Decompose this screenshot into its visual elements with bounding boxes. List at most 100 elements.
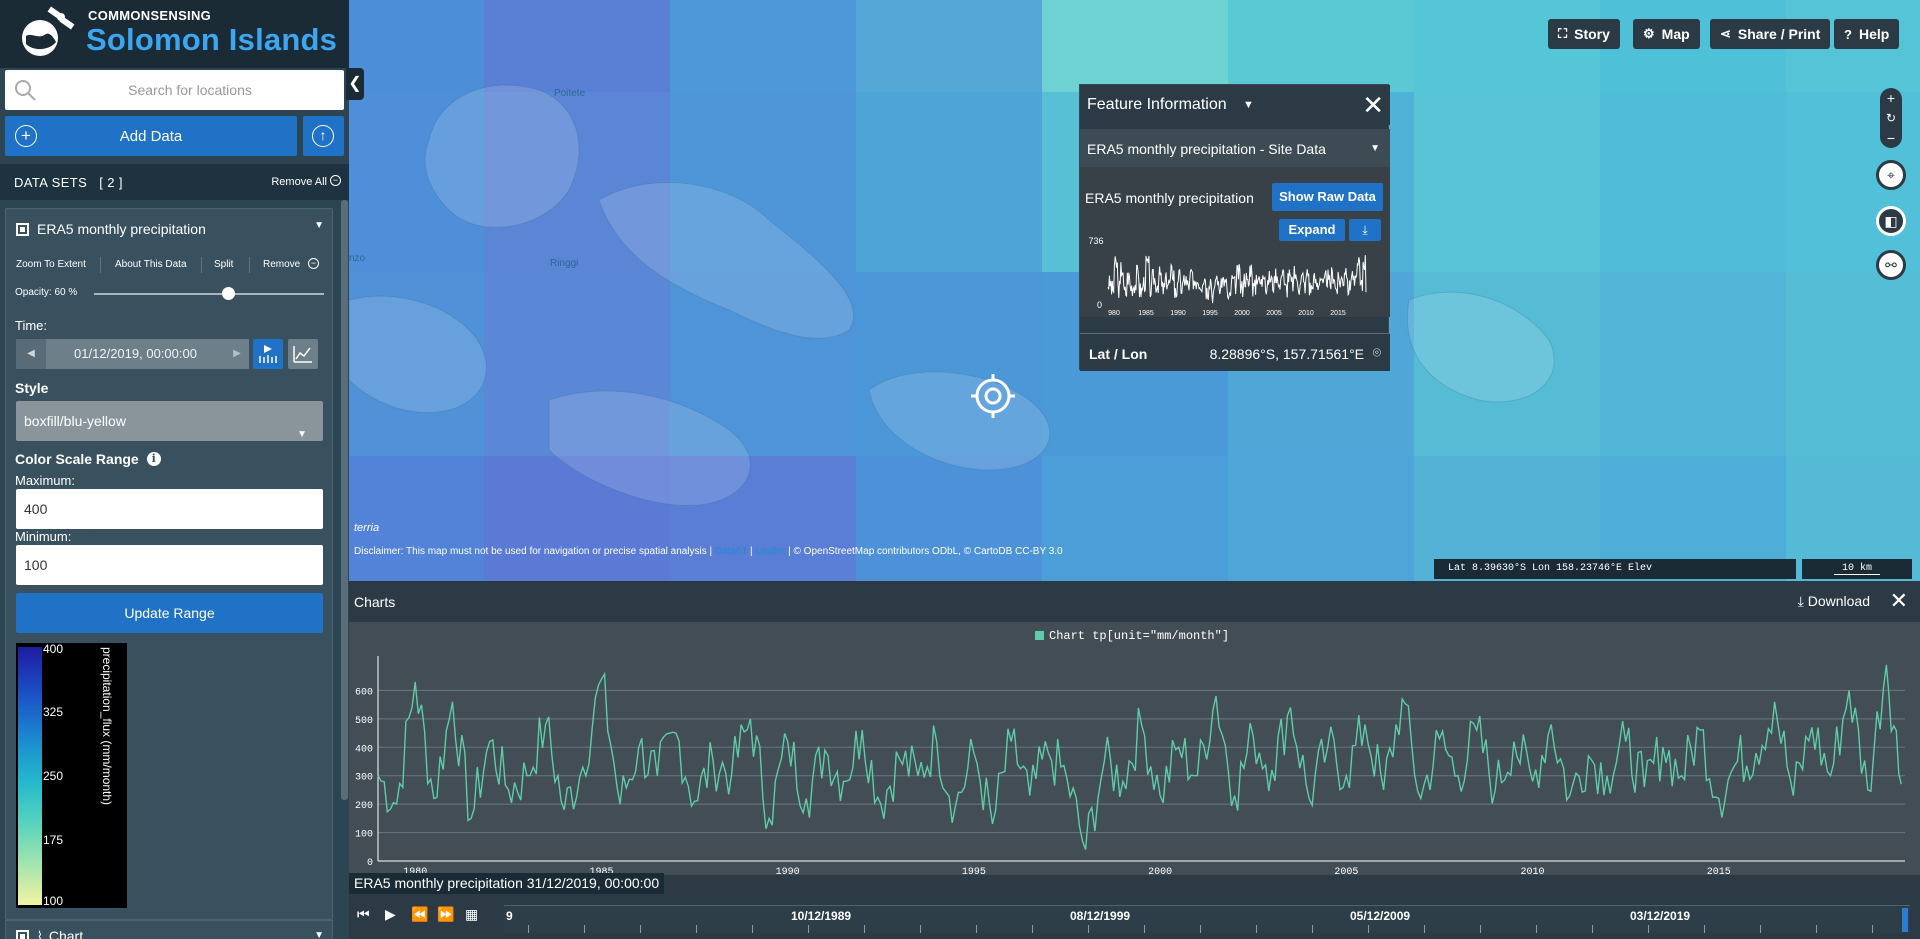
timeline-track[interactable]: 9 10/12/1989 08/12/1999 05/12/2009 03/12… — [504, 905, 1910, 933]
zoom-control[interactable]: + ↻ − — [1880, 88, 1902, 148]
share-print-button[interactable]: ⋖ Share / Print — [1710, 19, 1831, 49]
timeline-caption: ERA5 monthly precipitation 31/12/2019, 0… — [349, 873, 665, 894]
x-tick-label: 2010 — [1521, 867, 1545, 875]
style-select[interactable]: boxfill/blu-yellow ▼ — [16, 401, 323, 441]
maximum-field[interactable]: 400 — [16, 489, 323, 529]
timeline-tick — [1256, 925, 1257, 933]
split-button[interactable]: Split — [214, 259, 233, 270]
step-back-icon[interactable]: ⏪ — [411, 906, 428, 923]
zoom-out-icon[interactable]: − — [1880, 128, 1902, 148]
chart-icon: ⌇ — [37, 929, 43, 939]
timeline-tick — [1592, 925, 1593, 933]
help-button[interactable]: ? Help — [1834, 19, 1900, 49]
minus-circle-icon[interactable]: − — [330, 175, 341, 186]
timeline-tick — [1760, 925, 1761, 933]
time-chart-button[interactable] — [288, 339, 318, 369]
feature-info-panel: Feature Information ▼ ✕ ERA5 monthly pre… — [1079, 84, 1390, 371]
item-title-row[interactable]: ERA5 monthly precipitation — [16, 221, 206, 237]
legend-tick: 250 — [43, 769, 64, 783]
remove-button[interactable]: Remove — [263, 259, 300, 270]
legend-tick: 400 — [43, 642, 64, 656]
spark-x-label: 2005 — [1266, 310, 1282, 315]
visibility-checkbox[interactable] — [16, 929, 29, 939]
time-animation-button[interactable] — [253, 339, 283, 369]
visibility-checkbox[interactable] — [16, 222, 29, 236]
leaflet-link[interactable]: Leaflet — [755, 546, 785, 557]
x-tick-label: 1990 — [776, 867, 800, 875]
timeline-tick — [1648, 925, 1649, 933]
time-selector[interactable]: ◀ 01/12/2019, 00:00:00 ▶ — [16, 339, 249, 369]
next-time-icon[interactable]: ▶ — [225, 339, 249, 369]
my-location-icon[interactable]: ⌖ — [1876, 160, 1906, 190]
skip-back-icon[interactable]: ⏮ — [357, 906, 370, 923]
location-search — [5, 70, 344, 110]
opacity-slider-handle[interactable] — [222, 287, 235, 300]
series-line — [377, 664, 1902, 850]
workbench-scrollbar[interactable] — [339, 200, 349, 939]
chart-download-button[interactable]: ⤓ Download — [1798, 593, 1870, 610]
measure-tool-icon[interactable]: ⚯ — [1876, 250, 1906, 280]
legend-tick: 100 — [43, 894, 64, 908]
upload-button[interactable]: ↑ — [303, 116, 344, 156]
step-forward-icon[interactable]: ⏩ — [437, 906, 454, 923]
reset-view-icon[interactable]: ↻ — [1880, 108, 1902, 128]
precipitation-chart[interactable]: Chart tp[unit="mm/month"] 0 100 200 300 400 50… — [349, 622, 1920, 875]
remove-all-button[interactable]: Remove All — [271, 176, 327, 188]
split-compare-icon[interactable]: ◧ — [1876, 206, 1906, 236]
add-data-button[interactable]: + Add Data — [5, 116, 297, 156]
about-data-button[interactable]: About This Data — [115, 259, 187, 270]
chart-legend[interactable]: Chart tp[unit="mm/month"] — [1035, 629, 1229, 643]
legend-label: Chart tp[unit="mm/month"] — [1049, 629, 1229, 643]
minus-circle-icon[interactable]: − — [308, 258, 319, 269]
timeline-tick — [640, 925, 641, 933]
divider — [201, 257, 202, 273]
brand-top-text: COMMONSENSING — [88, 8, 212, 23]
chevron-down-icon[interactable]: ▼ — [314, 220, 324, 231]
zoom-to-extent-button[interactable]: Zoom To Extent — [16, 259, 86, 270]
scrollbar-thumb[interactable] — [341, 200, 348, 800]
calendar-icon[interactable]: ▦ — [465, 906, 478, 923]
item-actions: Zoom To Extent About This Data Split Rem… — [6, 253, 334, 275]
y-tick-label: 600 — [355, 687, 373, 698]
chevron-down-icon[interactable]: ▼ — [314, 930, 324, 939]
close-icon[interactable]: ✕ — [1362, 90, 1384, 120]
data61-link[interactable]: Data61 — [715, 546, 747, 557]
timeline-cursor[interactable] — [1902, 908, 1908, 932]
divider — [249, 257, 250, 273]
map-settings-button[interactable]: ⚙ Map — [1633, 19, 1700, 49]
feature-info-section[interactable]: ERA5 monthly precipitation - Site Data ▼ — [1080, 129, 1390, 167]
story-icon: ⛶ — [1558, 26, 1568, 41]
terria-logo: terria — [354, 522, 380, 534]
map-pin-icon[interactable]: ⌾ — [1373, 344, 1381, 361]
timeline-tick — [920, 925, 921, 933]
timeline-tick — [864, 925, 865, 933]
chevron-down-icon[interactable]: ▼ — [1243, 99, 1254, 111]
story-button[interactable]: ⛶ Story — [1548, 19, 1620, 49]
animate-icon — [259, 345, 277, 363]
item-title-row[interactable]: ⌇ Chart — [16, 928, 83, 939]
style-label: Style — [15, 380, 49, 396]
info-icon[interactable]: i — [146, 452, 161, 466]
search-input[interactable] — [45, 70, 335, 110]
latlon-row: Lat / Lon 8.28896°S, 157.71561°E ⌾ — [1080, 333, 1390, 371]
time-value[interactable]: 01/12/2019, 00:00:00 — [46, 339, 225, 369]
color-legend: 400 325 250 175 100 precipitation_flux (… — [16, 642, 127, 908]
help-label: Help — [1858, 26, 1890, 42]
feature-info-header[interactable]: Feature Information ▼ ✕ — [1080, 85, 1390, 125]
previous-time-icon[interactable]: ◀ — [16, 339, 46, 369]
close-icon[interactable]: ✕ — [1890, 588, 1908, 614]
sliders-icon: ⚙ — [1643, 26, 1655, 41]
maximum-label: Maximum: — [15, 473, 75, 488]
collapse-sidebar-icon[interactable]: ❮ — [346, 68, 364, 100]
style-value: boxfill/blu-yellow — [24, 413, 126, 429]
timeline-tick — [1480, 925, 1481, 933]
feature-info-section-title: ERA5 monthly precipitation - Site Data — [1087, 141, 1326, 157]
minimum-field[interactable]: 100 — [16, 545, 323, 585]
datasets-count: DATA SETS [ 2 ] — [14, 175, 123, 190]
show-raw-data-button[interactable]: Show Raw Data — [1272, 183, 1383, 211]
spark-max-label: 736 — [1088, 236, 1103, 246]
opacity-slider[interactable] — [94, 293, 324, 295]
play-icon[interactable]: ▶ — [385, 906, 396, 923]
zoom-in-icon[interactable]: + — [1880, 88, 1902, 108]
update-range-button[interactable]: Update Range — [16, 593, 323, 633]
